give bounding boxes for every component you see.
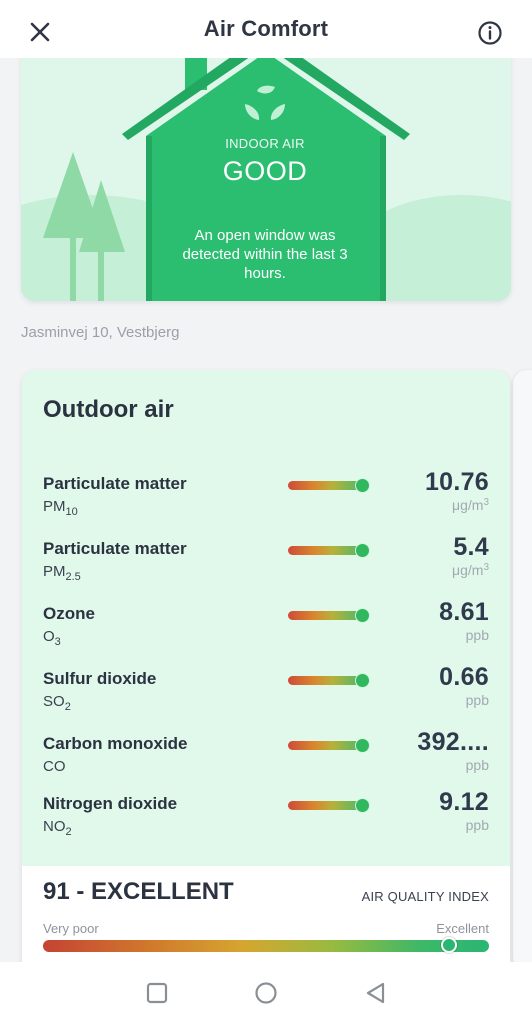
pollutant-level-indicator xyxy=(356,544,369,557)
top-app-bar: Air Comfort xyxy=(0,0,532,58)
pollutant-level-bar xyxy=(288,546,362,555)
pollutant-formula: O3 xyxy=(43,628,61,648)
circle-icon[interactable] xyxy=(253,980,279,1006)
close-icon[interactable] xyxy=(26,18,54,46)
pollutant-level-indicator xyxy=(356,674,369,687)
pollutant-value: 0.66 xyxy=(439,663,489,691)
pollutant-level-indicator xyxy=(356,609,369,622)
pollutant-value: 392.... xyxy=(417,728,489,756)
page-title: Air Comfort xyxy=(203,16,329,41)
pollutant-row-pm25[interactable]: Particulate matter PM2.5 5.4 μg/m3 xyxy=(22,533,510,599)
pollutant-unit: ppb xyxy=(465,627,489,643)
pollutant-row-carbon-monoxide[interactable]: Carbon monoxide CO 392.... ppb xyxy=(22,728,510,794)
pollutant-name: Particulate matter xyxy=(43,474,187,493)
aqi-score: 91 - EXCELLENT xyxy=(43,878,234,905)
pollutant-unit: ppb xyxy=(465,817,489,833)
pollutant-row-sulfur-dioxide[interactable]: Sulfur dioxide SO2 0.66 ppb xyxy=(22,663,510,729)
pollutant-formula: CO xyxy=(43,758,66,775)
pollutant-value: 5.4 xyxy=(453,533,489,561)
pollutant-level-bar xyxy=(288,741,362,750)
pollutant-row-pm10[interactable]: Particulate matter PM10 10.76 μg/m3 xyxy=(22,468,510,534)
pollutant-level-bar xyxy=(288,801,362,810)
pollutant-name: Carbon monoxide xyxy=(43,734,188,753)
indoor-air-card[interactable]: INDOOR AIR GOOD An open window was detec… xyxy=(21,40,511,301)
next-card-peek[interactable] xyxy=(513,370,532,970)
indoor-air-status: GOOD xyxy=(222,156,308,186)
triangle-back-icon[interactable] xyxy=(363,980,389,1006)
pollutant-formula: PM2.5 xyxy=(43,563,81,583)
pollutant-row-ozone[interactable]: Ozone O3 8.61 ppb xyxy=(22,598,510,664)
pollutant-level-bar xyxy=(288,481,362,490)
pollutant-level-indicator xyxy=(356,799,369,812)
aqi-scale-max-label: Excellent xyxy=(436,921,489,936)
outdoor-air-title: Outdoor air xyxy=(43,396,174,423)
app-screen: Air Comfort INDOOR AIR GOOD An open wind… xyxy=(0,0,532,1024)
pollutant-formula: SO2 xyxy=(43,693,71,713)
pollutant-value: 9.12 xyxy=(439,788,489,816)
aqi-scale-marker xyxy=(440,937,457,953)
info-icon[interactable] xyxy=(477,20,503,46)
pollutant-level-bar xyxy=(288,611,362,620)
pollutant-name: Ozone xyxy=(43,604,95,623)
pollutant-level-indicator xyxy=(356,479,369,492)
pollutant-level-bar xyxy=(288,676,362,685)
pollutant-name: Particulate matter xyxy=(43,539,187,558)
pollutant-level-indicator xyxy=(356,739,369,752)
indoor-air-label: INDOOR AIR xyxy=(225,136,305,151)
aqi-label: AIR QUALITY INDEX xyxy=(361,889,489,904)
pollutant-formula: PM10 xyxy=(43,498,78,518)
outdoor-air-card[interactable]: Outdoor air Particulate matter PM10 10.7… xyxy=(22,370,510,990)
pollutant-row-nitrogen-dioxide[interactable]: Nitrogen dioxide NO2 9.12 ppb xyxy=(22,788,510,854)
pollutant-unit: ppb xyxy=(465,692,489,708)
system-navigation-bar xyxy=(0,962,532,1024)
aqi-scale-bar xyxy=(43,940,489,952)
pollutant-unit: μg/m3 xyxy=(452,497,489,513)
aqi-scale-min-label: Very poor xyxy=(43,921,99,936)
pollutant-formula: NO2 xyxy=(43,818,72,838)
square-icon[interactable] xyxy=(144,980,170,1006)
indoor-air-message: An open window was detected within the l… xyxy=(182,227,348,282)
pollutant-value: 10.76 xyxy=(424,468,489,496)
pollutant-name: Sulfur dioxide xyxy=(43,669,157,688)
pollutant-unit: μg/m3 xyxy=(452,562,489,578)
pollutant-value: 8.61 xyxy=(439,598,489,626)
pollutant-unit: ppb xyxy=(465,757,489,773)
pollutant-name: Nitrogen dioxide xyxy=(43,794,178,813)
location-address: Jasminvej 10, Vestbjerg xyxy=(21,324,180,341)
